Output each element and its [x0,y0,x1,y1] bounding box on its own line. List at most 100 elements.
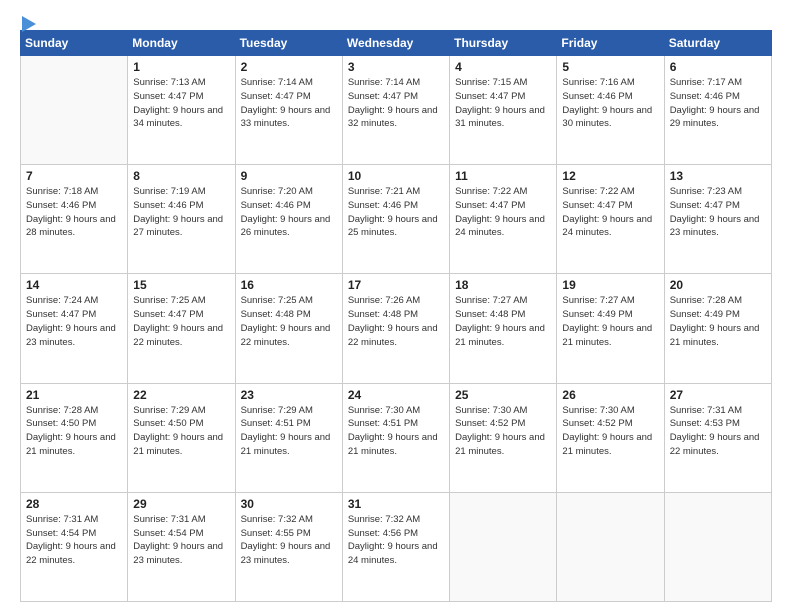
calendar-cell: 3 Sunrise: 7:14 AM Sunset: 4:47 PM Dayli… [342,56,449,165]
col-header-thursday: Thursday [450,31,557,56]
sunrise-text: Sunrise: 7:22 AM [562,185,658,199]
calendar-cell [21,56,128,165]
daylight-text: Daylight: 9 hours and 21 minutes. [670,322,766,350]
day-number: 11 [455,169,551,183]
day-number: 24 [348,388,444,402]
day-number: 8 [133,169,229,183]
daylight-text: Daylight: 9 hours and 22 minutes. [241,322,337,350]
day-number: 7 [26,169,122,183]
header [20,18,772,20]
sunset-text: Sunset: 4:51 PM [348,417,444,431]
sunrise-text: Sunrise: 7:19 AM [133,185,229,199]
daylight-text: Daylight: 9 hours and 24 minutes. [455,213,551,241]
sunset-text: Sunset: 4:46 PM [26,199,122,213]
sunrise-text: Sunrise: 7:15 AM [455,76,551,90]
day-number: 16 [241,278,337,292]
calendar-cell: 1 Sunrise: 7:13 AM Sunset: 4:47 PM Dayli… [128,56,235,165]
calendar-cell: 17 Sunrise: 7:26 AM Sunset: 4:48 PM Dayl… [342,274,449,383]
calendar-week-row: 1 Sunrise: 7:13 AM Sunset: 4:47 PM Dayli… [21,56,772,165]
daylight-text: Daylight: 9 hours and 21 minutes. [241,431,337,459]
day-number: 13 [670,169,766,183]
calendar-cell: 30 Sunrise: 7:32 AM Sunset: 4:55 PM Dayl… [235,492,342,601]
day-number: 4 [455,60,551,74]
day-number: 28 [26,497,122,511]
daylight-text: Daylight: 9 hours and 22 minutes. [133,322,229,350]
sunrise-text: Sunrise: 7:25 AM [241,294,337,308]
calendar-cell: 29 Sunrise: 7:31 AM Sunset: 4:54 PM Dayl… [128,492,235,601]
sunset-text: Sunset: 4:55 PM [241,527,337,541]
sunrise-text: Sunrise: 7:24 AM [26,294,122,308]
calendar-cell: 27 Sunrise: 7:31 AM Sunset: 4:53 PM Dayl… [664,383,771,492]
daylight-text: Daylight: 9 hours and 32 minutes. [348,104,444,132]
sunrise-text: Sunrise: 7:29 AM [133,404,229,418]
sunrise-text: Sunrise: 7:18 AM [26,185,122,199]
sunrise-text: Sunrise: 7:28 AM [26,404,122,418]
sunset-text: Sunset: 4:50 PM [133,417,229,431]
sunset-text: Sunset: 4:47 PM [133,308,229,322]
sunset-text: Sunset: 4:46 PM [670,90,766,104]
page: SundayMondayTuesdayWednesdayThursdayFrid… [0,0,792,612]
daylight-text: Daylight: 9 hours and 23 minutes. [670,213,766,241]
sunrise-text: Sunrise: 7:30 AM [455,404,551,418]
sunset-text: Sunset: 4:47 PM [455,199,551,213]
daylight-text: Daylight: 9 hours and 30 minutes. [562,104,658,132]
sunrise-text: Sunrise: 7:32 AM [348,513,444,527]
sunset-text: Sunset: 4:47 PM [670,199,766,213]
col-header-wednesday: Wednesday [342,31,449,56]
sunrise-text: Sunrise: 7:30 AM [348,404,444,418]
calendar-cell: 21 Sunrise: 7:28 AM Sunset: 4:50 PM Dayl… [21,383,128,492]
sunset-text: Sunset: 4:48 PM [348,308,444,322]
day-number: 23 [241,388,337,402]
daylight-text: Daylight: 9 hours and 21 minutes. [562,431,658,459]
daylight-text: Daylight: 9 hours and 22 minutes. [26,540,122,568]
calendar-cell: 20 Sunrise: 7:28 AM Sunset: 4:49 PM Dayl… [664,274,771,383]
calendar-cell: 15 Sunrise: 7:25 AM Sunset: 4:47 PM Dayl… [128,274,235,383]
day-number: 14 [26,278,122,292]
calendar-cell: 9 Sunrise: 7:20 AM Sunset: 4:46 PM Dayli… [235,165,342,274]
day-number: 26 [562,388,658,402]
calendar-cell: 5 Sunrise: 7:16 AM Sunset: 4:46 PM Dayli… [557,56,664,165]
sunrise-text: Sunrise: 7:27 AM [562,294,658,308]
sunset-text: Sunset: 4:47 PM [133,90,229,104]
logo-flag-icon [20,16,38,34]
day-number: 31 [348,497,444,511]
sunrise-text: Sunrise: 7:25 AM [133,294,229,308]
sunset-text: Sunset: 4:46 PM [348,199,444,213]
sunrise-text: Sunrise: 7:28 AM [670,294,766,308]
day-number: 29 [133,497,229,511]
calendar-cell: 22 Sunrise: 7:29 AM Sunset: 4:50 PM Dayl… [128,383,235,492]
sunrise-text: Sunrise: 7:30 AM [562,404,658,418]
day-number: 1 [133,60,229,74]
day-number: 12 [562,169,658,183]
calendar-cell: 23 Sunrise: 7:29 AM Sunset: 4:51 PM Dayl… [235,383,342,492]
daylight-text: Daylight: 9 hours and 33 minutes. [241,104,337,132]
calendar-table: SundayMondayTuesdayWednesdayThursdayFrid… [20,30,772,602]
sunrise-text: Sunrise: 7:17 AM [670,76,766,90]
sunset-text: Sunset: 4:53 PM [670,417,766,431]
calendar-header-row: SundayMondayTuesdayWednesdayThursdayFrid… [21,31,772,56]
daylight-text: Daylight: 9 hours and 22 minutes. [348,322,444,350]
daylight-text: Daylight: 9 hours and 23 minutes. [26,322,122,350]
calendar-cell: 13 Sunrise: 7:23 AM Sunset: 4:47 PM Dayl… [664,165,771,274]
daylight-text: Daylight: 9 hours and 22 minutes. [670,431,766,459]
col-header-friday: Friday [557,31,664,56]
sunrise-text: Sunrise: 7:29 AM [241,404,337,418]
sunset-text: Sunset: 4:56 PM [348,527,444,541]
calendar-cell: 28 Sunrise: 7:31 AM Sunset: 4:54 PM Dayl… [21,492,128,601]
day-number: 21 [26,388,122,402]
sunset-text: Sunset: 4:54 PM [133,527,229,541]
sunrise-text: Sunrise: 7:13 AM [133,76,229,90]
daylight-text: Daylight: 9 hours and 23 minutes. [241,540,337,568]
daylight-text: Daylight: 9 hours and 21 minutes. [562,322,658,350]
sunrise-text: Sunrise: 7:27 AM [455,294,551,308]
day-number: 15 [133,278,229,292]
calendar-cell: 31 Sunrise: 7:32 AM Sunset: 4:56 PM Dayl… [342,492,449,601]
calendar-week-row: 28 Sunrise: 7:31 AM Sunset: 4:54 PM Dayl… [21,492,772,601]
daylight-text: Daylight: 9 hours and 31 minutes. [455,104,551,132]
daylight-text: Daylight: 9 hours and 21 minutes. [26,431,122,459]
sunrise-text: Sunrise: 7:16 AM [562,76,658,90]
sunset-text: Sunset: 4:48 PM [241,308,337,322]
calendar-cell [450,492,557,601]
calendar-cell: 2 Sunrise: 7:14 AM Sunset: 4:47 PM Dayli… [235,56,342,165]
sunrise-text: Sunrise: 7:26 AM [348,294,444,308]
